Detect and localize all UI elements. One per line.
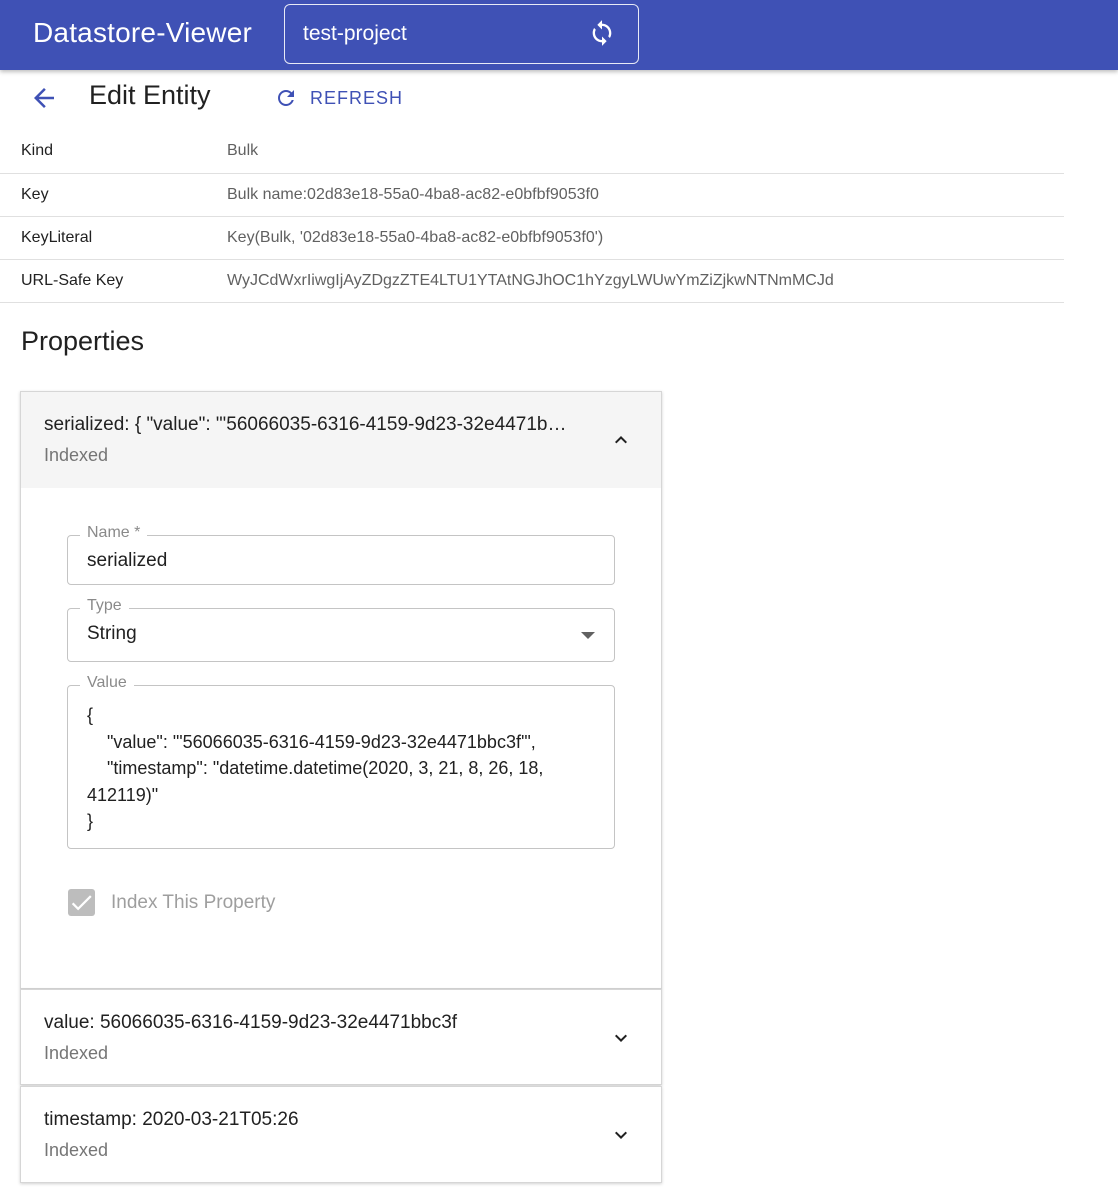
app-bar: Datastore-Viewer test-project (0, 0, 1118, 70)
chevron-down-icon[interactable] (609, 1026, 633, 1050)
panel-indexed-label: Indexed (44, 1043, 109, 1063)
index-property-checkbox[interactable] (68, 889, 95, 916)
info-value: Key(Bulk, '02d83e18-55a0-4ba8-ac82-e0bfb… (227, 229, 604, 246)
chevron-down-icon[interactable] (609, 1123, 633, 1147)
type-select[interactable]: Type String (67, 597, 615, 662)
panel-header[interactable]: timestamp: 2020-03-21T05:26 Indexed (21, 1087, 661, 1183)
type-selected-value: String (87, 623, 137, 644)
info-row-keyliteral: KeyLiteral Key(Bulk, '02d83e18-55a0-4ba8… (0, 217, 1064, 260)
refresh-button[interactable]: REFRESH (266, 80, 411, 116)
value-field-label: Value (80, 674, 134, 692)
refresh-icon (278, 90, 294, 106)
panel-header[interactable]: value: 56066035-6316-4159-9d23-32e4471bb… (21, 990, 661, 1086)
entity-info-table: Kind Bulk Key Bulk name:02d83e18-55a0-4b… (0, 130, 1064, 303)
value-field[interactable]: Value { "value": "'56066035-6316-4159-9d… (67, 674, 615, 849)
panel-indexed-label: Indexed (44, 445, 109, 465)
info-label: KeyLiteral (21, 229, 93, 246)
index-property-label: Index This Property (111, 892, 276, 913)
panel-summary: serialized: { "value": "'56066035-6316-4… (44, 414, 567, 435)
page-title: Edit Entity (89, 80, 211, 110)
sync-icon[interactable] (588, 19, 616, 47)
info-row-key: Key Bulk name:02d83e18-55a0-4ba8-ac82-e0… (0, 174, 1064, 217)
name-field-label: Name * (80, 524, 148, 542)
property-panel-timestamp: timestamp: 2020-03-21T05:26 Indexed (20, 1086, 662, 1183)
name-field[interactable]: Name * serialized (67, 524, 615, 585)
app-title: Datastore-Viewer (33, 17, 252, 48)
value-textarea[interactable]: { "value": "'56066035-6316-4159-9d23-32e… (87, 702, 597, 835)
info-row-urlsafe-key: URL-Safe Key WyJCdWxrIiwgIjAyZDgzZTE4LTU… (0, 260, 1064, 303)
property-panel-serialized: serialized: { "value": "'56066035-6316-4… (20, 391, 662, 989)
dropdown-arrow-icon[interactable] (581, 632, 595, 639)
refresh-label: REFRESH (310, 87, 404, 108)
panel-summary: value: 56066035-6316-4159-9d23-32e4471bb… (44, 1012, 458, 1033)
type-field-label: Type (80, 597, 129, 615)
check-icon (71, 895, 92, 911)
name-input[interactable]: serialized (87, 550, 167, 572)
back-arrow-icon[interactable] (28, 83, 60, 113)
properties-heading: Properties (21, 326, 145, 356)
panel-header[interactable]: serialized: { "value": "'56066035-6316-4… (21, 392, 661, 488)
panel-indexed-label: Indexed (44, 1140, 109, 1160)
panel-summary: timestamp: 2020-03-21T05:26 (44, 1109, 299, 1130)
info-value: Bulk (227, 142, 259, 159)
property-panel-value: value: 56066035-6316-4159-9d23-32e4471bb… (20, 989, 662, 1085)
project-selector[interactable]: test-project (284, 4, 639, 64)
info-value: WyJCdWxrIiwgIjAyZDgzZTE4LTU1YTAtNGJhOC1h… (227, 272, 834, 289)
info-label: Key (21, 186, 49, 203)
info-row-kind: Kind Bulk (0, 130, 1064, 174)
info-value: Bulk name:02d83e18-55a0-4ba8-ac82-e0bfbf… (227, 186, 599, 203)
info-label: URL-Safe Key (21, 272, 124, 289)
info-label: Kind (21, 142, 54, 159)
chevron-up-icon[interactable] (609, 428, 633, 452)
project-name: test-project (303, 22, 407, 45)
